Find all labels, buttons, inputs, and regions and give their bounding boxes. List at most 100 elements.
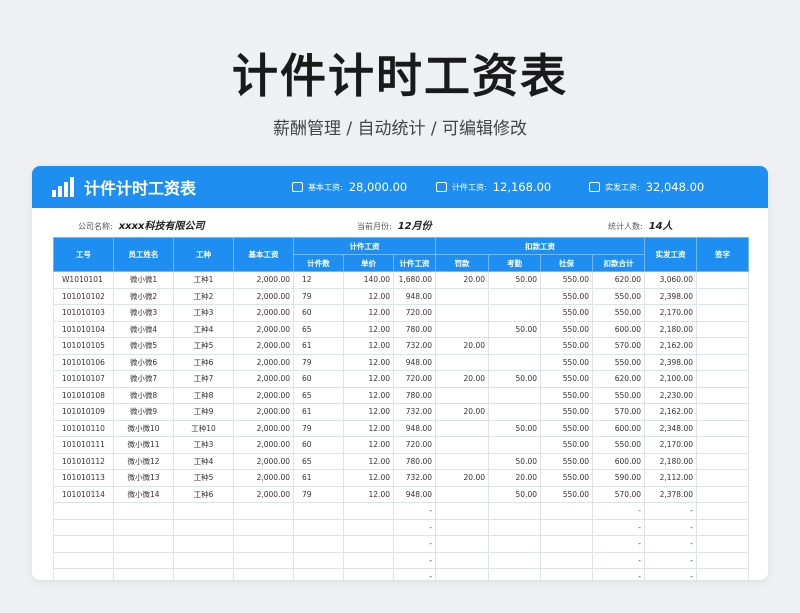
cell-piece-count[interactable]: 12 [293,271,344,289]
cell-unit-price[interactable]: 12.00 [343,320,394,338]
cell-signature[interactable] [696,502,750,520]
cell-piece-count[interactable] [293,551,344,569]
cell-social-insurance[interactable]: 550.00 [540,469,594,487]
cell-net-wage[interactable]: 2,180.00 [644,452,698,470]
cell-piece-count[interactable]: 60 [293,370,344,388]
cell-piece-count[interactable] [293,518,344,536]
cell-piece-wage[interactable]: 720.00 [392,436,437,454]
cell-base-wage[interactable] [233,518,294,536]
cell-employee-name[interactable]: 微小微14 [113,485,174,503]
cell-piece-wage[interactable]: 780.00 [392,386,437,404]
cell-unit-price[interactable]: 12.00 [343,386,394,404]
cell-unit-price[interactable] [343,535,394,553]
cell-social-insurance[interactable]: 550.00 [540,337,594,355]
cell-employee-name[interactable] [113,568,174,580]
cell-penalty[interactable] [435,535,490,553]
cell-piece-wage[interactable]: - [392,551,437,569]
cell-deduction-total[interactable]: 550.00 [592,386,646,404]
cell-work-type[interactable]: 工种7 [173,370,234,388]
cell-employee-id[interactable]: 101010107 [53,370,114,388]
cell-piece-count[interactable]: 65 [293,452,344,470]
cell-net-wage[interactable]: - [644,535,698,553]
cell-social-insurance[interactable]: 550.00 [540,353,594,371]
cell-employee-name[interactable] [113,535,174,553]
cell-deduction-total[interactable]: 550.00 [592,353,646,371]
cell-attendance[interactable] [488,518,542,536]
col-work-type[interactable]: 工种 [173,237,234,272]
cell-deduction-total[interactable]: - [592,502,646,520]
cell-attendance[interactable]: 50.00 [488,419,542,437]
cell-deduction-total[interactable]: 570.00 [592,485,646,503]
cell-unit-price[interactable]: 12.00 [343,403,394,421]
cell-deduction-total[interactable]: 570.00 [592,337,646,355]
cell-base-wage[interactable]: 2,000.00 [233,287,294,305]
cell-base-wage[interactable]: 2,000.00 [233,353,294,371]
cell-signature[interactable] [696,535,750,553]
col-net-wage[interactable]: 实发工资 [644,237,698,272]
cell-piece-wage[interactable]: 732.00 [392,469,437,487]
cell-work-type[interactable]: 工种6 [173,485,234,503]
cell-attendance[interactable] [488,403,542,421]
cell-deduction-total[interactable]: 550.00 [592,287,646,305]
col-piece-wage[interactable]: 计件工资 [392,254,437,272]
cell-social-insurance[interactable] [540,518,594,536]
cell-penalty[interactable] [435,485,490,503]
cell-employee-id[interactable]: 101010114 [53,485,114,503]
cell-social-insurance[interactable] [540,502,594,520]
cell-net-wage[interactable]: 2,162.00 [644,403,698,421]
cell-employee-id[interactable]: 101010105 [53,337,114,355]
col-employee-name[interactable]: 员工姓名 [113,237,174,272]
cell-work-type[interactable]: 工种6 [173,353,234,371]
cell-work-type[interactable]: 工种3 [173,436,234,454]
cell-employee-name[interactable]: 微小微1 [113,271,174,289]
cell-penalty[interactable] [435,436,490,454]
cell-net-wage[interactable]: 2,378.00 [644,485,698,503]
cell-work-type[interactable]: 工种4 [173,452,234,470]
cell-piece-wage[interactable]: 732.00 [392,403,437,421]
cell-unit-price[interactable] [343,502,394,520]
cell-penalty[interactable]: 20.00 [435,271,490,289]
cell-base-wage[interactable]: 2,000.00 [233,304,294,322]
cell-deduction-total[interactable]: 600.00 [592,419,646,437]
cell-attendance[interactable] [488,287,542,305]
cell-attendance[interactable]: 50.00 [488,320,542,338]
cell-unit-price[interactable]: 12.00 [343,353,394,371]
cell-attendance[interactable]: 20.00 [488,469,542,487]
cell-work-type[interactable] [173,502,234,520]
cell-attendance[interactable]: 50.00 [488,452,542,470]
cell-social-insurance[interactable]: 550.00 [540,320,594,338]
cell-deduction-total[interactable]: 600.00 [592,452,646,470]
col-base-wage[interactable]: 基本工资 [233,237,294,272]
cell-penalty[interactable] [435,287,490,305]
cell-piece-count[interactable]: 61 [293,469,344,487]
cell-net-wage[interactable]: 2,112.00 [644,469,698,487]
cell-base-wage[interactable]: 2,000.00 [233,469,294,487]
cell-unit-price[interactable] [343,518,394,536]
cell-work-type[interactable]: 工种2 [173,287,234,305]
cell-deduction-total[interactable]: - [592,568,646,580]
cell-employee-id[interactable] [53,535,114,553]
cell-deduction-total[interactable]: 570.00 [592,403,646,421]
cell-employee-name[interactable]: 微小微2 [113,287,174,305]
cell-base-wage[interactable]: 2,000.00 [233,403,294,421]
cell-net-wage[interactable]: - [644,502,698,520]
cell-social-insurance[interactable]: 550.00 [540,370,594,388]
cell-base-wage[interactable]: 2,000.00 [233,337,294,355]
cell-social-insurance[interactable]: 550.00 [540,403,594,421]
cell-employee-name[interactable]: 微小微3 [113,304,174,322]
cell-unit-price[interactable]: 12.00 [343,419,394,437]
cell-unit-price[interactable]: 12.00 [343,436,394,454]
cell-employee-id[interactable]: 101010110 [53,419,114,437]
cell-social-insurance[interactable]: 550.00 [540,386,594,404]
cell-piece-count[interactable] [293,535,344,553]
cell-penalty[interactable] [435,568,490,580]
cell-attendance[interactable]: 50.00 [488,370,542,388]
cell-signature[interactable] [696,304,750,322]
cell-work-type[interactable]: 工种3 [173,304,234,322]
col-unit-price[interactable]: 单价 [343,254,394,272]
cell-penalty[interactable] [435,419,490,437]
cell-unit-price[interactable]: 12.00 [343,337,394,355]
cell-unit-price[interactable] [343,568,394,580]
cell-penalty[interactable]: 20.00 [435,370,490,388]
cell-employee-name[interactable]: 微小微13 [113,469,174,487]
